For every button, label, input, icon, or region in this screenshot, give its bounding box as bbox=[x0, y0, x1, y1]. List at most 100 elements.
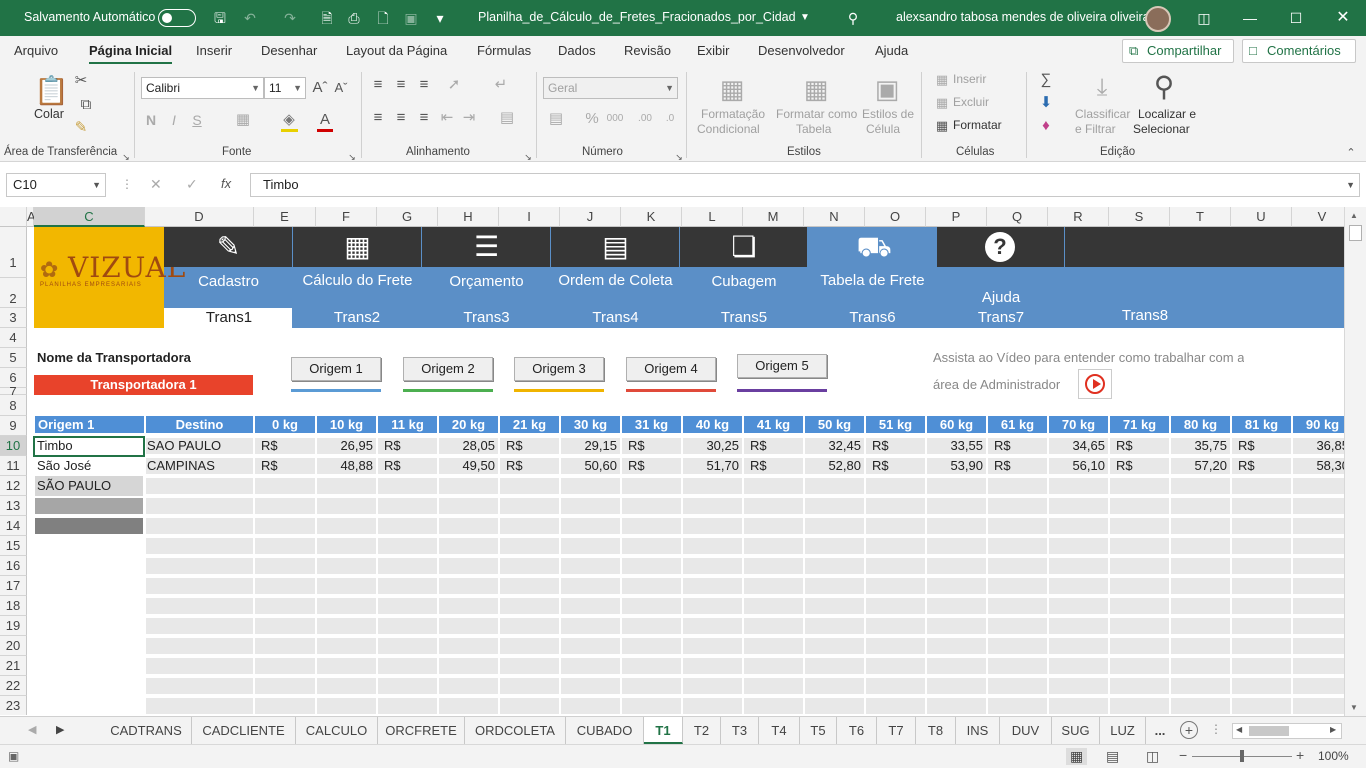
sheet-tab-t1[interactable]: T1 bbox=[644, 717, 683, 744]
align-center-icon[interactable]: ≡ bbox=[393, 109, 409, 127]
freight-value[interactable]: 49,50 bbox=[439, 456, 495, 475]
cut-icon[interactable]: ✂ bbox=[72, 72, 90, 90]
find-select-label-2[interactable]: Selecionar bbox=[1133, 122, 1190, 136]
worksheet-grid[interactable]: ACDEFGHIJKLMNOPQRSTUV 1 2 3 4 5 6 7 8 9 10 11 12 13 1… bbox=[0, 207, 1344, 715]
nav-label-7[interactable]: Ajuda bbox=[937, 289, 1065, 307]
column-header-o[interactable]: O bbox=[865, 207, 926, 227]
table-header-3[interactable]: 0 kg bbox=[255, 416, 315, 433]
column-header-i[interactable]: I bbox=[499, 207, 560, 227]
expand-formula-icon[interactable]: ▼ bbox=[1346, 174, 1355, 196]
table-header-11[interactable]: 41 kg bbox=[744, 416, 803, 433]
freight-value[interactable]: 53,90 bbox=[927, 456, 983, 475]
column-header-k[interactable]: K bbox=[621, 207, 682, 227]
table-header-17[interactable]: 71 kg bbox=[1110, 416, 1169, 433]
row-header-13[interactable]: 13 bbox=[0, 496, 27, 516]
row-header-23[interactable]: 23 bbox=[0, 696, 27, 715]
scroll-left-icon[interactable]: ◀ bbox=[1236, 725, 1242, 734]
row-header-12[interactable]: 12 bbox=[0, 476, 27, 496]
increase-indent-icon[interactable]: ⇥ bbox=[461, 109, 477, 127]
freight-value[interactable]: 30,25 bbox=[683, 436, 739, 455]
cell-styles-icon[interactable]: ▣ bbox=[872, 74, 902, 104]
paste-icon[interactable]: 📋 bbox=[34, 74, 69, 108]
tab-desenhar[interactable]: Desenhar bbox=[261, 43, 317, 58]
vertical-scrollbar[interactable]: ▲ ▼ bbox=[1344, 207, 1366, 716]
pencil-icon[interactable]: ✎ bbox=[213, 229, 245, 265]
freight-value[interactable]: 26,95 bbox=[317, 436, 373, 455]
currency-icon[interactable]: ▤ bbox=[545, 110, 567, 128]
currency-symbol[interactable]: R$ bbox=[384, 436, 401, 455]
tab-arquivo[interactable]: Arquivo bbox=[14, 43, 58, 58]
row-header-15[interactable]: 15 bbox=[0, 536, 27, 556]
freight-value[interactable]: 51,70 bbox=[683, 456, 739, 475]
table-header-19[interactable]: 81 kg bbox=[1232, 416, 1291, 433]
borders-icon[interactable]: ▦ bbox=[234, 111, 252, 129]
table-header-9[interactable]: 31 kg bbox=[622, 416, 681, 433]
tab-desenvolvedor[interactable]: Desenvolvedor bbox=[758, 43, 845, 58]
italic-button[interactable]: I bbox=[167, 111, 181, 129]
search-icon[interactable]: ⚲ bbox=[844, 9, 862, 27]
underline-button[interactable]: S bbox=[190, 111, 204, 129]
currency-symbol[interactable]: R$ bbox=[506, 436, 523, 455]
format-cells-label[interactable]: Formatar bbox=[953, 118, 1002, 132]
freight-value[interactable]: 29,15 bbox=[561, 436, 617, 455]
tab-inserir[interactable]: Inserir bbox=[196, 43, 232, 58]
scroll-up-icon[interactable]: ▲ bbox=[1350, 211, 1358, 220]
number-format-select[interactable]: Geral ▼ bbox=[543, 77, 678, 99]
origin-button-4[interactable]: Origem 4 bbox=[626, 357, 716, 381]
collapse-ribbon-icon[interactable]: ⌃ bbox=[1344, 144, 1358, 162]
comments-button[interactable]: □ Comentários bbox=[1242, 39, 1356, 63]
camera-icon[interactable]: ▣ bbox=[402, 9, 420, 27]
origin-list-item[interactable]: São José bbox=[35, 456, 143, 476]
trans-tab-5[interactable]: Trans5 bbox=[680, 309, 808, 326]
row-header-5[interactable]: 5 bbox=[0, 348, 27, 368]
freight-value[interactable]: 48,88 bbox=[317, 456, 373, 475]
currency-symbol[interactable]: R$ bbox=[750, 456, 767, 475]
format-table-label-1[interactable]: Formatar como bbox=[776, 107, 857, 121]
row-header-1[interactable]: 1 bbox=[0, 227, 27, 278]
currency-symbol[interactable]: R$ bbox=[261, 436, 278, 455]
box-icon[interactable]: ❏ bbox=[728, 229, 760, 265]
origin-button-2[interactable]: Origem 2 bbox=[403, 357, 493, 381]
scroll-down-icon[interactable]: ▼ bbox=[1350, 703, 1358, 712]
thousands-icon[interactable]: 000 bbox=[604, 110, 626, 128]
page-break-view-icon[interactable]: ◫ bbox=[1146, 748, 1159, 765]
trans-tab-8[interactable]: Trans8 bbox=[1065, 307, 1225, 324]
insert-function-icon[interactable]: fx bbox=[221, 176, 231, 191]
avatar[interactable] bbox=[1145, 6, 1171, 32]
row-header-2[interactable]: 2 bbox=[0, 278, 27, 308]
row-header-17[interactable]: 17 bbox=[0, 576, 27, 596]
row-header-3[interactable]: 3 bbox=[0, 308, 27, 328]
table-header-8[interactable]: 30 kg bbox=[561, 416, 620, 433]
checklist-icon[interactable]: ☰ bbox=[471, 229, 503, 265]
maximize-icon[interactable]: ☐ bbox=[1287, 9, 1305, 27]
minimize-icon[interactable]: — bbox=[1241, 9, 1259, 27]
macro-record-icon[interactable]: ▣ bbox=[8, 749, 19, 763]
paste-label[interactable]: Colar bbox=[34, 107, 64, 121]
origin-list-item[interactable]: SÃO PAULO bbox=[35, 476, 143, 496]
sheet-tab-calculo[interactable]: CALCULO bbox=[296, 717, 378, 744]
column-header-a[interactable]: A bbox=[27, 207, 36, 227]
print-icon[interactable]: ⎙ bbox=[345, 9, 363, 27]
sheet-tab-cubado[interactable]: CUBADO bbox=[566, 717, 644, 744]
sheet-tab-luz[interactable]: LUZ bbox=[1100, 717, 1146, 744]
table-header-5[interactable]: 11 kg bbox=[378, 416, 437, 433]
tab-layout[interactable]: Layout da Página bbox=[346, 43, 447, 58]
sheet-tab-t7[interactable]: T7 bbox=[877, 717, 916, 744]
nav-label-3[interactable]: Orçamento bbox=[422, 273, 551, 291]
freight-value[interactable]: 58,30 bbox=[1293, 456, 1344, 475]
sheet-tab-t8[interactable]: T8 bbox=[916, 717, 956, 744]
tab-ajuda[interactable]: Ajuda bbox=[875, 43, 908, 58]
insert-cells-icon[interactable]: ▦ bbox=[934, 71, 950, 89]
copy-icon[interactable]: ⧉ bbox=[72, 96, 100, 114]
freight-value[interactable]: 52,80 bbox=[805, 456, 861, 475]
conditional-format-label-1[interactable]: Formatação bbox=[701, 107, 765, 121]
conditional-format-icon[interactable]: ▦ bbox=[717, 74, 747, 104]
row-header-11[interactable]: 11 bbox=[0, 456, 27, 476]
normal-view-icon[interactable]: ▦ bbox=[1066, 748, 1088, 765]
formula-input[interactable]: Timbo ▼ bbox=[250, 173, 1360, 197]
tab-dados[interactable]: Dados bbox=[558, 43, 596, 58]
shrink-font-icon[interactable]: Aˇ bbox=[333, 79, 349, 97]
print-preview-icon[interactable]: 🗎 bbox=[318, 9, 336, 27]
table-header-15[interactable]: 61 kg bbox=[988, 416, 1047, 433]
sheet-tab-ins[interactable]: INS bbox=[956, 717, 1000, 744]
